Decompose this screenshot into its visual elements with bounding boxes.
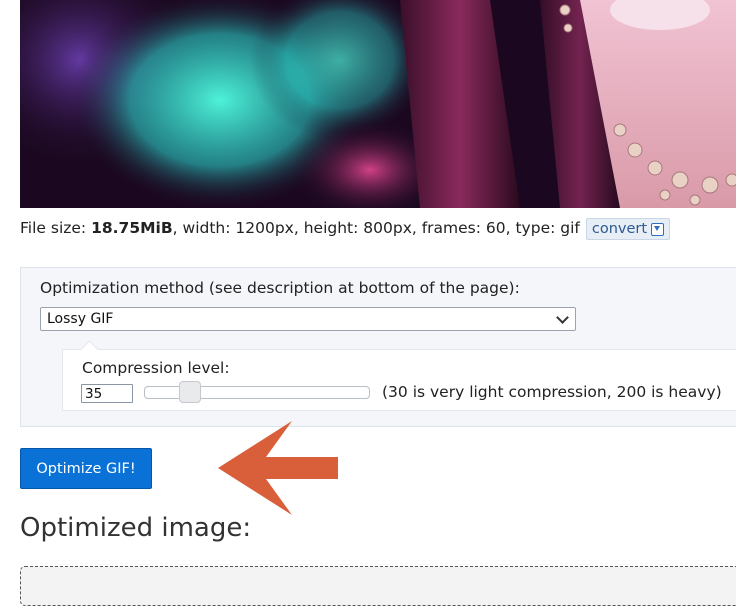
- compression-subpanel: Compression level: 35 (30 is very light …: [62, 340, 736, 411]
- file-info-line: File size: 18.75MiB, width: 1200px, heig…: [20, 216, 671, 240]
- download-icon: [651, 222, 665, 236]
- optimize-gif-button[interactable]: Optimize GIF!: [20, 448, 152, 489]
- slider-track: [144, 386, 370, 399]
- optimization-options-panel: Optimization method (see description at …: [20, 267, 736, 427]
- convert-label: convert: [591, 221, 648, 237]
- slider-thumb[interactable]: [179, 381, 201, 403]
- compression-range-note: (30 is very light compression, 200 is he…: [382, 383, 722, 401]
- subpanel-pointer: [80, 340, 99, 359]
- compression-level-label: Compression level:: [82, 359, 230, 377]
- optimization-method-label: Optimization method (see description at …: [40, 279, 520, 297]
- left-arrow-icon: [218, 421, 340, 519]
- chevron-down-icon: [556, 311, 569, 324]
- optimized-image-dropzone: [20, 566, 736, 606]
- optimization-method-value: Lossy GIF: [47, 311, 114, 327]
- optimized-image-heading: Optimized image:: [20, 513, 252, 543]
- convert-button[interactable]: convert: [585, 218, 671, 240]
- file-size-prefix: File size:: [20, 219, 87, 237]
- gif-preview-image: [20, 0, 736, 208]
- compression-level-input[interactable]: 35: [81, 384, 133, 403]
- file-size-value: 18.75MiB: [91, 219, 173, 237]
- optimization-method-select[interactable]: Lossy GIF: [40, 307, 576, 331]
- compression-level-slider[interactable]: [144, 381, 370, 403]
- file-details: , width: 1200px, height: 800px, frames: …: [172, 219, 580, 237]
